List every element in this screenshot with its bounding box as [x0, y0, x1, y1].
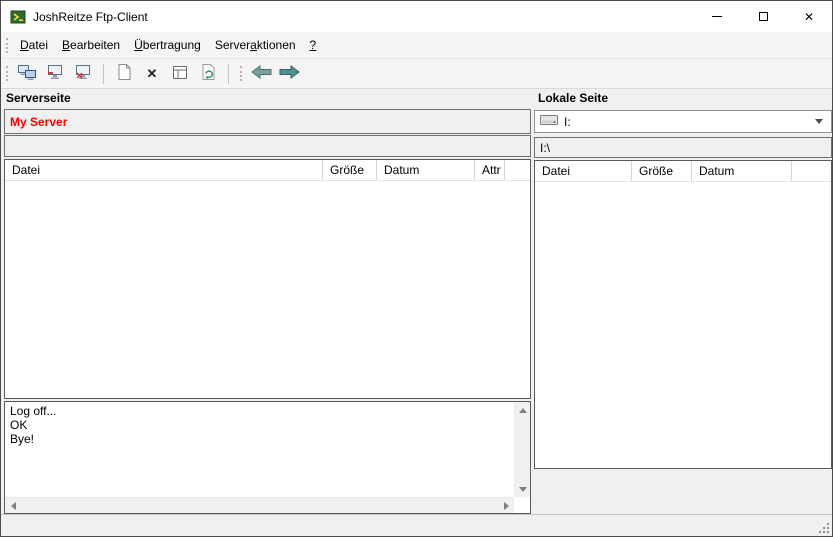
column-header-groesse[interactable]: Größe [323, 160, 377, 180]
log-vertical-scrollbar[interactable] [514, 402, 530, 497]
menu-grip-handle[interactable] [6, 38, 8, 53]
drive-select[interactable]: I: [534, 110, 832, 133]
column-header-datei[interactable]: Datei [5, 160, 323, 180]
menu-serveraktionen-label: Serveraktionen [215, 38, 296, 52]
title-bar: JoshReitze Ftp-Client ✕ [1, 1, 832, 32]
maximize-button[interactable] [740, 1, 786, 32]
new-file-button[interactable] [110, 61, 138, 87]
toolbar-separator [228, 64, 229, 84]
column-header-spacer [792, 161, 831, 181]
log-line: Bye! [10, 432, 525, 446]
minimize-button[interactable] [694, 1, 740, 32]
chevron-up-icon [519, 408, 527, 413]
disconnect-server-icon [46, 64, 64, 83]
delete-icon: ✕ [147, 66, 158, 82]
toolbar-grip-handle[interactable] [6, 66, 8, 81]
transfer-log[interactable]: Log off... OK Bye! [4, 401, 531, 514]
maximize-icon [759, 12, 768, 21]
close-icon: ✕ [804, 11, 814, 23]
log-lines: Log off... OK Bye! [5, 402, 530, 448]
chevron-right-icon [504, 502, 509, 510]
server-file-list[interactable]: Datei Größe Datum Attr [4, 159, 531, 399]
delete-button[interactable]: ✕ [138, 61, 166, 87]
chevron-down-icon [815, 119, 823, 124]
connect-server-button[interactable] [13, 61, 41, 87]
log-line: OK [10, 418, 525, 432]
column-header-attr[interactable]: Attr [475, 160, 505, 180]
arrow-left-icon [250, 64, 273, 83]
menu-bearbeiten-label: Bearbeiten [62, 38, 120, 52]
server-path-bar [4, 135, 531, 157]
chevron-left-icon [11, 502, 16, 510]
abort-connection-button[interactable] [69, 61, 97, 87]
refresh-button[interactable] [194, 61, 222, 87]
local-pane-title: Lokale Seite [538, 91, 608, 105]
toolbar: ✕ [1, 58, 832, 89]
drive-icon [540, 114, 558, 129]
status-bar [1, 514, 832, 536]
disconnect-server-button[interactable] [41, 61, 69, 87]
abort-connection-icon [74, 64, 92, 83]
local-pane: I: I:\ Datei Größe Datum [534, 108, 832, 514]
menu-uebertragung-label: Übertragung [134, 38, 201, 52]
chevron-down-icon [519, 487, 527, 492]
menu-serveraktionen[interactable]: Serveraktionen [208, 32, 303, 58]
arrow-right-icon [278, 64, 301, 83]
menu-uebertragung[interactable]: Übertragung [127, 32, 208, 58]
column-header-datum[interactable]: Datum [692, 161, 792, 181]
local-list-body[interactable] [535, 182, 831, 468]
local-path: I:\ [540, 141, 550, 155]
column-header-groesse[interactable]: Größe [632, 161, 692, 181]
menu-datei[interactable]: Datei [13, 32, 55, 58]
save-button[interactable] [166, 61, 194, 87]
server-name-bar: My Server [4, 109, 531, 134]
transfer-to-local-button[interactable] [247, 61, 275, 87]
menu-help-label: ? [310, 38, 317, 52]
log-horizontal-scrollbar[interactable] [5, 497, 514, 513]
connect-server-icon [17, 64, 37, 84]
save-icon [172, 65, 188, 83]
toolbar-separator [103, 64, 104, 84]
refresh-icon [201, 63, 216, 84]
window-title: JoshReitze Ftp-Client [33, 10, 148, 24]
close-button[interactable]: ✕ [786, 1, 832, 32]
window-controls: ✕ [694, 1, 832, 32]
local-file-list[interactable]: Datei Größe Datum [534, 160, 832, 469]
server-pane: My Server Datei Größe Datum Attr Log off… [4, 108, 531, 514]
scroll-down-button[interactable] [515, 481, 531, 497]
menu-datei-label: Datei [20, 38, 48, 52]
server-list-header: Datei Größe Datum Attr [5, 160, 530, 181]
scroll-up-button[interactable] [515, 402, 531, 418]
local-path-bar: I:\ [534, 137, 832, 158]
menu-bar: Datei Bearbeiten Übertragung Serveraktio… [1, 32, 832, 58]
resize-grip[interactable] [817, 521, 830, 534]
toolbar-grip-handle[interactable] [240, 66, 242, 81]
transfer-to-server-button[interactable] [275, 61, 303, 87]
local-list-header: Datei Größe Datum [535, 161, 831, 182]
server-list-body[interactable] [5, 181, 530, 398]
menu-bearbeiten[interactable]: Bearbeiten [55, 32, 127, 58]
scroll-right-button[interactable] [498, 498, 514, 514]
log-line: Log off... [10, 404, 525, 418]
server-name: My Server [10, 115, 67, 129]
menu-help[interactable]: ? [303, 32, 324, 58]
column-header-spacer [505, 160, 530, 180]
drive-selected-value: I: [564, 115, 571, 129]
app-icon [10, 9, 26, 25]
minimize-icon [712, 16, 722, 17]
server-pane-title: Serverseite [6, 91, 71, 105]
new-file-icon [117, 63, 132, 84]
scroll-left-button[interactable] [5, 498, 21, 514]
column-header-datum[interactable]: Datum [377, 160, 475, 180]
column-header-datei[interactable]: Datei [535, 161, 632, 181]
app-window: JoshReitze Ftp-Client ✕ Datei Bearbeiten… [0, 0, 833, 537]
